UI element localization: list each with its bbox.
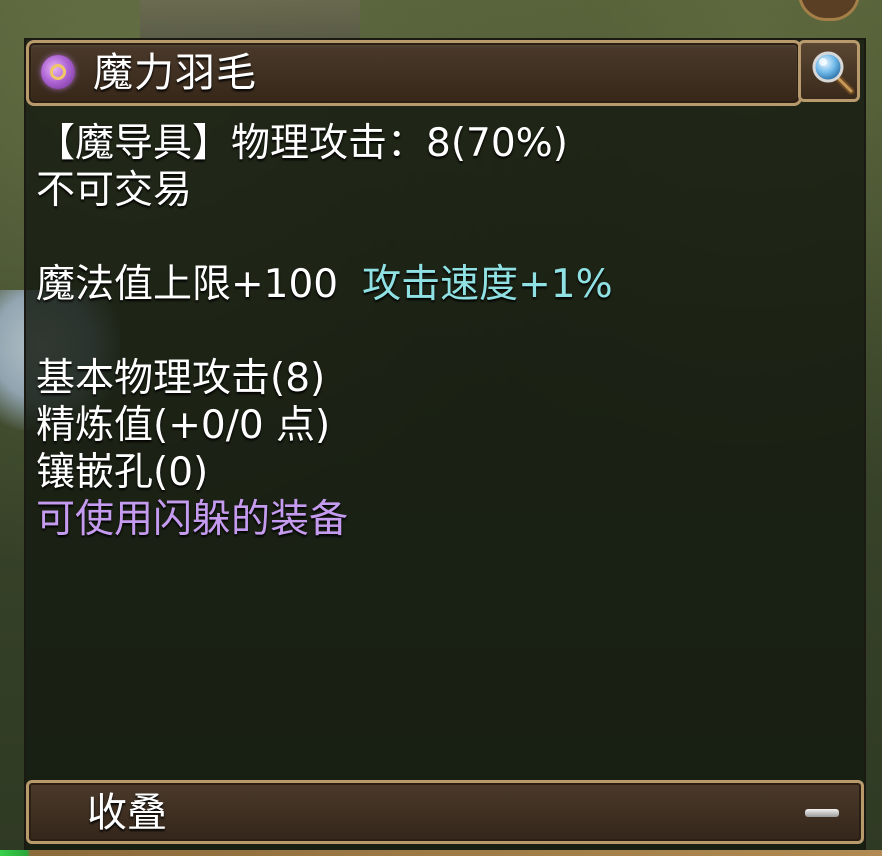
- bonus-line: 魔法值上限+100 攻击速度+1%: [36, 261, 846, 308]
- trade-restriction: 不可交易: [36, 168, 193, 213]
- bottom-hud-bar: [0, 850, 882, 856]
- magic-ring-icon: [41, 55, 75, 89]
- tooltip-title-bar: 魔力羽毛: [26, 40, 802, 106]
- refine-value: 精炼值(+0/0 点): [36, 403, 331, 448]
- collapse-label: 收叠: [87, 790, 167, 836]
- item-tooltip: 魔力羽毛 【魔导具】物理攻击：8(70%) 不可交易 魔法值上限+100 攻击速度…: [24, 38, 866, 854]
- tooltip-content: 【魔导具】物理攻击：8(70%) 不可交易 魔法值上限+100 攻击速度+1% 基…: [36, 120, 846, 543]
- collapse-button[interactable]: 收叠: [26, 780, 864, 844]
- minus-icon: [805, 809, 839, 817]
- magnifier-icon: [812, 51, 855, 95]
- item-name: 魔力羽毛: [93, 50, 257, 96]
- attack-speed-bonus: 攻击速度+1%: [362, 262, 613, 307]
- base-attack: 基本物理攻击(8): [36, 356, 326, 401]
- background-road: [140, 0, 360, 40]
- inspect-button[interactable]: [798, 40, 860, 102]
- socket-count: 镶嵌孔(0): [36, 450, 209, 495]
- mp-bonus: 魔法值上限+100: [36, 262, 339, 307]
- dodge-equipment-note: 可使用闪躲的装备: [36, 497, 349, 542]
- hud-round-button[interactable]: [798, 0, 860, 21]
- item-type-attack: 【魔导具】物理攻击：8(70%): [36, 121, 568, 166]
